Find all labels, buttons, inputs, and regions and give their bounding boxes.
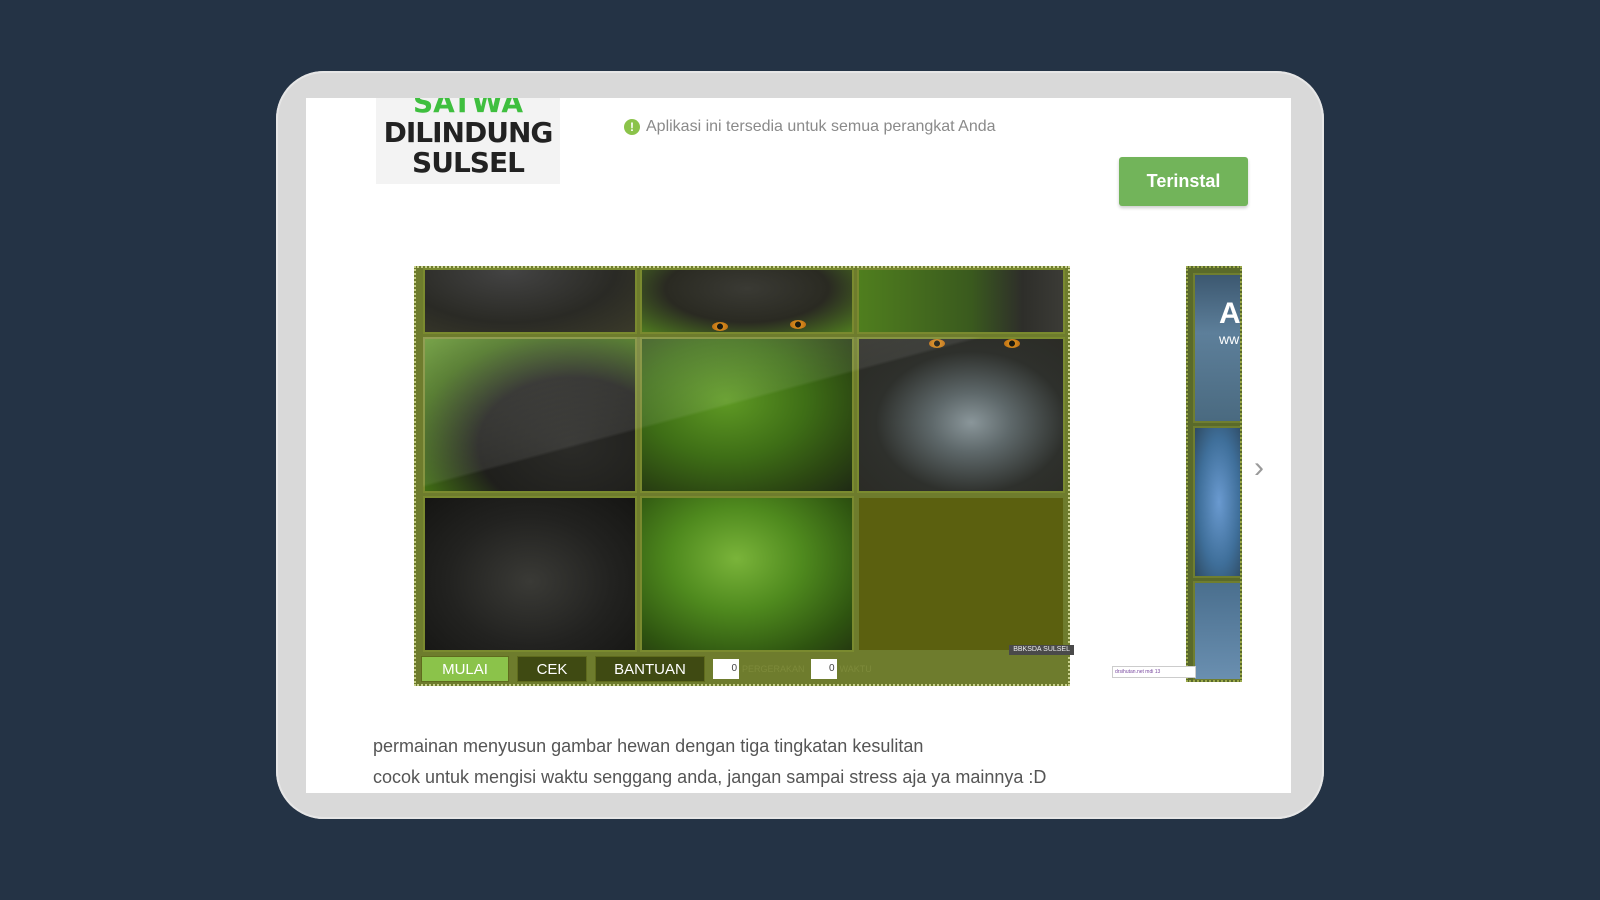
preview-tile — [1193, 581, 1240, 680]
chevron-right-icon[interactable]: › — [1254, 453, 1264, 483]
time-counter: 0 — [810, 659, 837, 679]
puzzle-tile-6[interactable] — [857, 337, 1065, 493]
preview-tile: A ww — [1193, 273, 1241, 423]
puzzle-tile-7[interactable] — [423, 496, 637, 652]
install-button[interactable]: Terinstal — [1119, 157, 1248, 206]
puzzle-empty-tile[interactable] — [857, 496, 1065, 652]
puzzle-tile-4[interactable] — [423, 337, 637, 493]
description-line-2: cocok untuk mengisi waktu senggang anda,… — [373, 767, 1047, 787]
logo-line-3: SULSEL — [412, 146, 525, 179]
help-button[interactable]: BANTUAN — [595, 656, 705, 682]
preview-letter: A — [1219, 297, 1241, 330]
puzzle-game-screenshot[interactable]: BBKSDA SULSEL MULAI CEK BANTUAN 0 PERGER… — [414, 266, 1074, 686]
eye-shape — [790, 320, 806, 329]
moves-label: PERGERAKAN — [742, 664, 805, 674]
puzzle-tile-2[interactable] — [640, 268, 854, 334]
next-screenshot-preview[interactable]: A ww — [1186, 266, 1242, 682]
puzzle-tile-1[interactable] — [423, 268, 637, 334]
info-icon: ! — [624, 119, 640, 135]
game-controls: MULAI CEK BANTUAN 0 PERGERAKAN 0 WAKTU — [421, 654, 878, 684]
eye-shape — [1004, 339, 1020, 348]
availability-notice: ! Aplikasi ini tersedia untuk semua pera… — [624, 118, 996, 136]
preview-tag: drsihutan.net mdi 13 — [1112, 666, 1196, 678]
start-button[interactable]: MULAI — [421, 656, 509, 682]
watermark: BBKSDA SULSEL — [1009, 645, 1074, 655]
eye-shape — [712, 322, 728, 331]
check-button[interactable]: CEK — [517, 656, 587, 682]
logo-line-2: DILINDUNG — [383, 116, 554, 149]
eye-shape — [929, 339, 945, 348]
preview-www: ww — [1219, 331, 1240, 347]
app-description: permainan menyusun gambar hewan dengan t… — [373, 731, 1273, 793]
puzzle-tile-8[interactable] — [640, 496, 854, 652]
app-store-screen: SATWA DILINDUNG SULSEL ! Aplikasi ini te… — [306, 98, 1291, 793]
logo-line-1: SATWA — [412, 98, 524, 119]
tablet-frame: SATWA DILINDUNG SULSEL ! Aplikasi ini te… — [276, 71, 1324, 819]
puzzle-tile-3[interactable] — [857, 268, 1065, 334]
availability-text: Aplikasi ini tersedia untuk semua perang… — [646, 118, 996, 135]
puzzle-tile-5[interactable] — [640, 337, 854, 493]
moves-counter: 0 — [713, 659, 739, 679]
time-label: WAKTU — [839, 664, 872, 674]
app-logo: SATWA DILINDUNG SULSEL — [376, 98, 560, 184]
preview-tile — [1193, 426, 1240, 578]
description-line-1: permainan menyusun gambar hewan dengan t… — [373, 736, 924, 756]
